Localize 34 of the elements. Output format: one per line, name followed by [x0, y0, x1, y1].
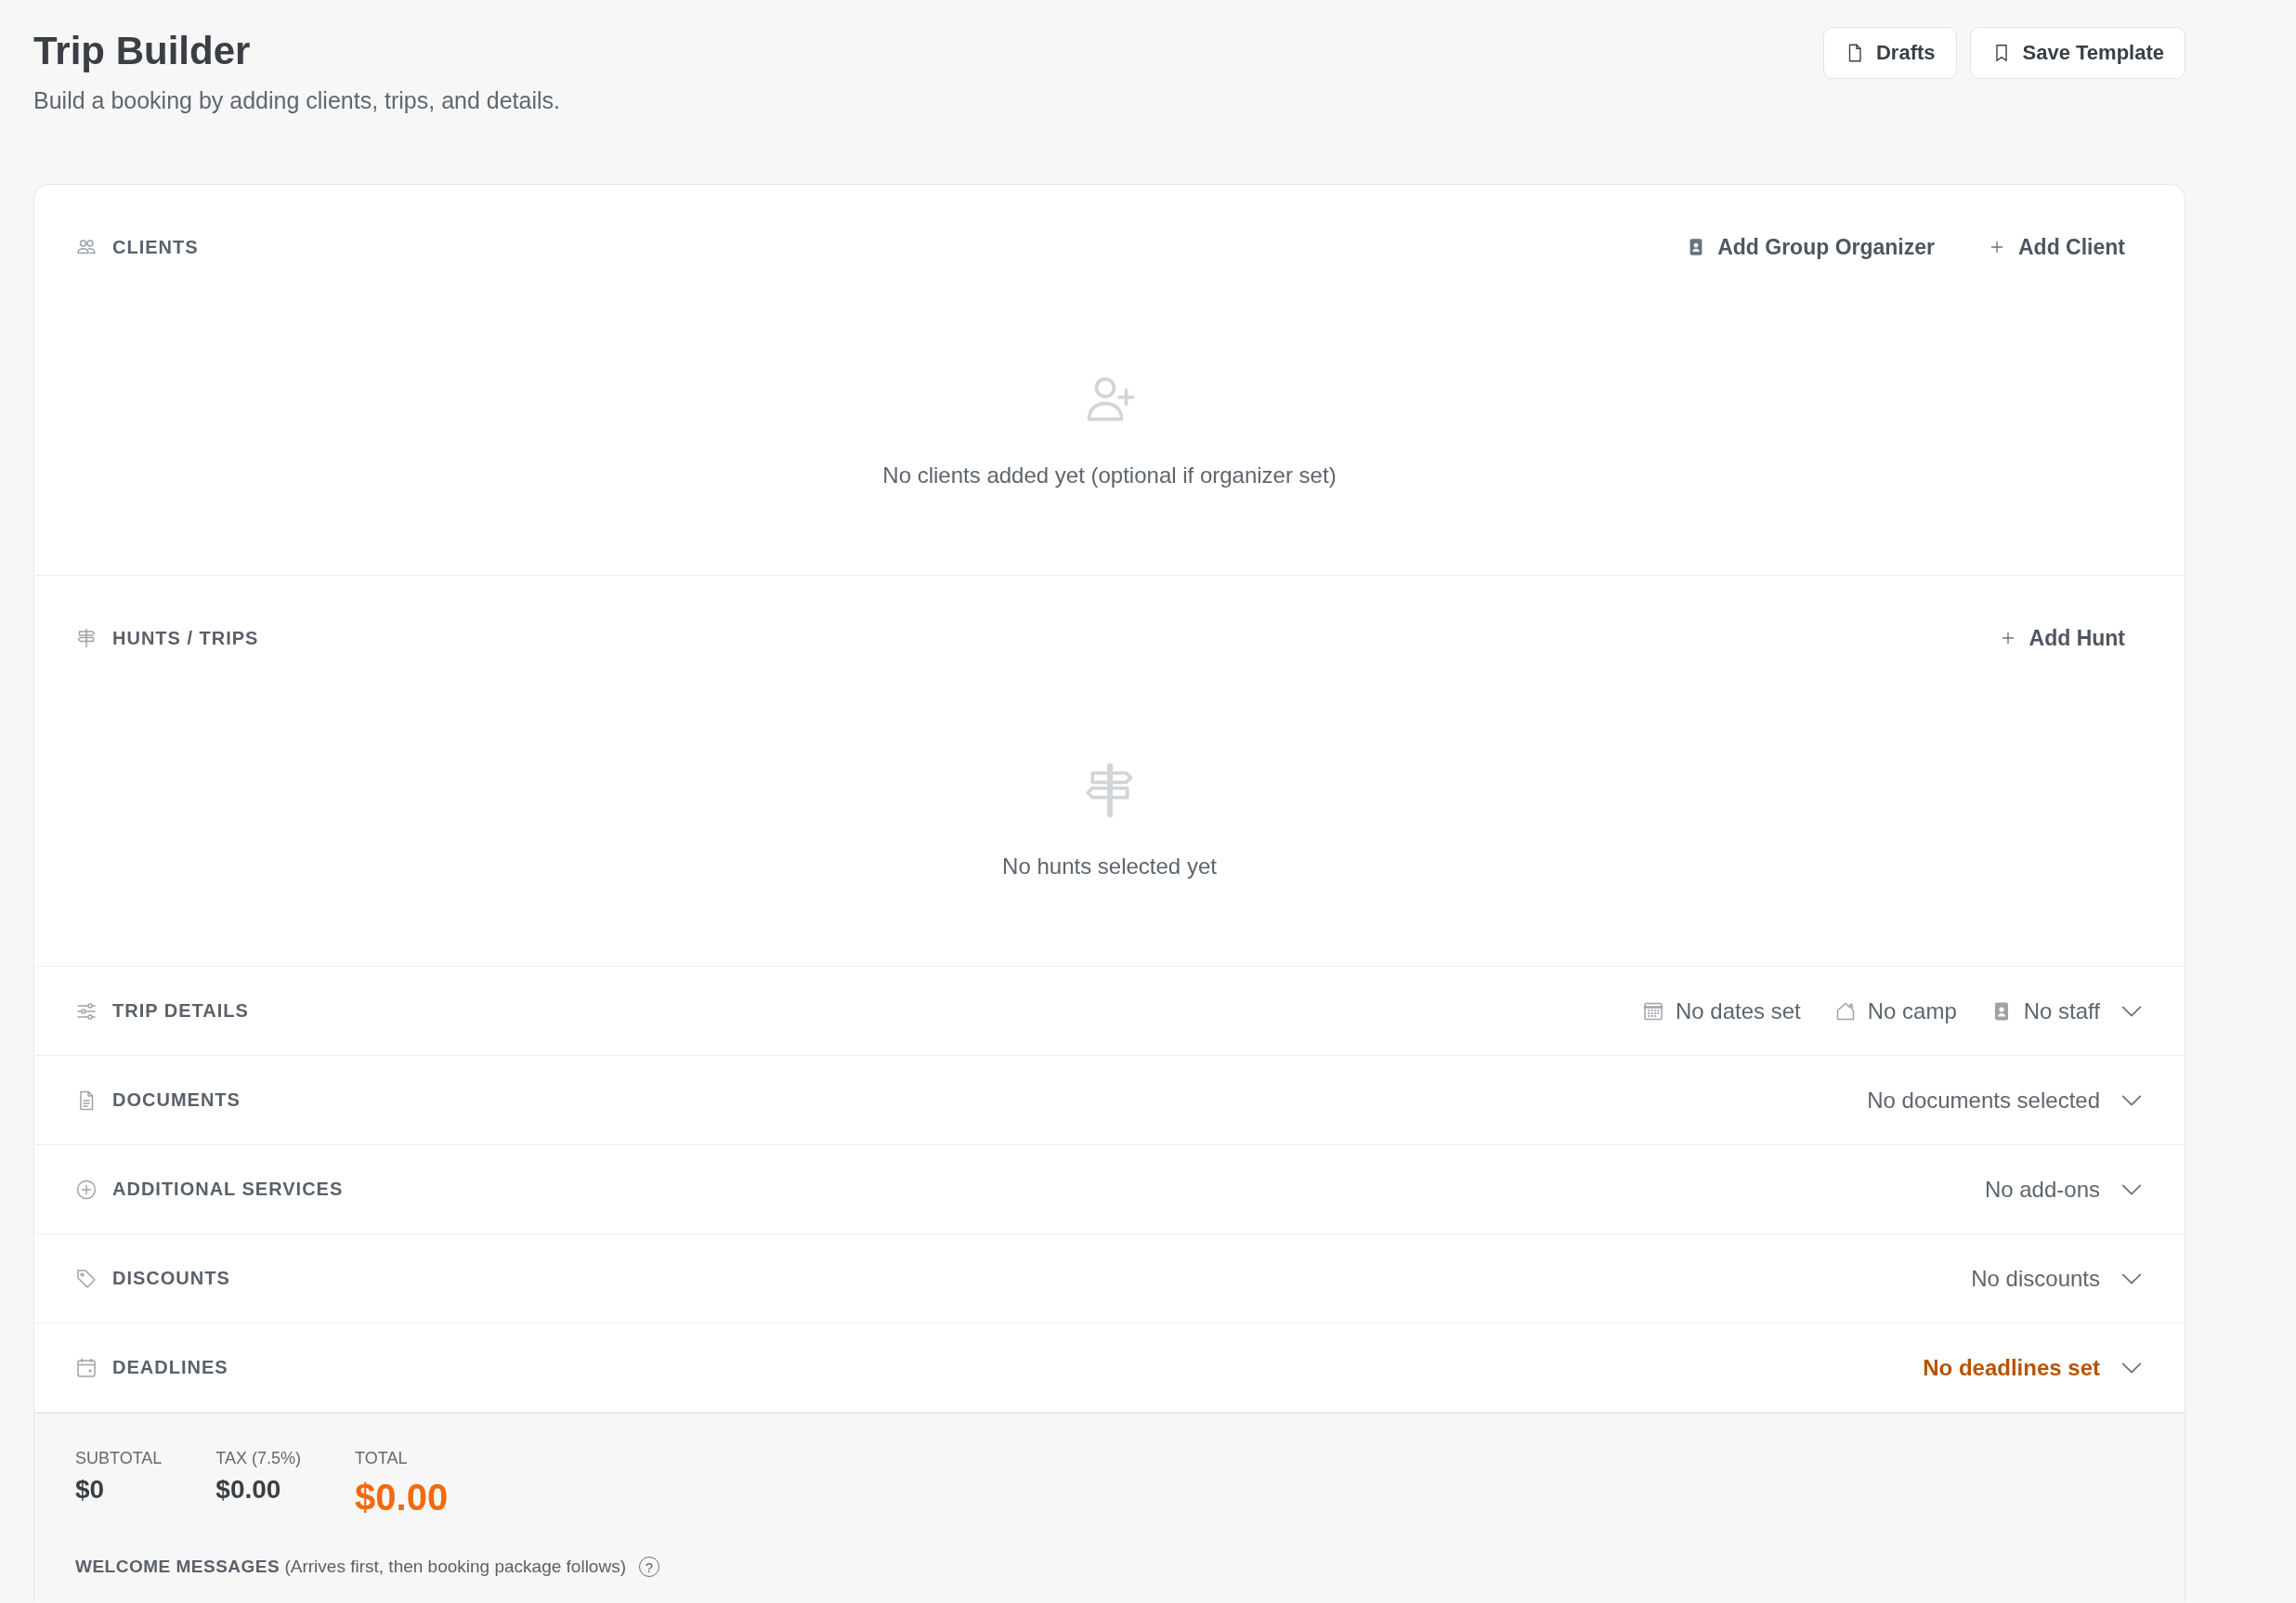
section-title: TRIP DETAILS — [112, 1000, 249, 1022]
total-label: SUBTOTAL — [75, 1448, 163, 1469]
tag-icon — [75, 1267, 98, 1290]
page-title: Trip Builder — [33, 28, 252, 74]
amount-value: $0.00 — [215, 1474, 282, 1505]
drafts-button[interactable]: Drafts — [1822, 27, 1957, 79]
section-title: CLIENTS — [112, 236, 199, 258]
section-summary: No documents selected — [1867, 1087, 2100, 1114]
plus-circle-icon — [75, 1178, 98, 1201]
add-button[interactable]: Add Group Organizer — [1686, 234, 1935, 260]
amount-value: $0.00 — [355, 1476, 449, 1519]
section-summary: No deadlines set — [1923, 1354, 2100, 1381]
total-label: TOTAL — [355, 1448, 409, 1469]
add-button[interactable]: Add Hunt — [1997, 625, 2125, 651]
total-label: TAX (7.5%) — [215, 1448, 302, 1469]
section-summary: No discounts — [1971, 1265, 2100, 1292]
section-summary: No dates set — [1675, 997, 1801, 1024]
amount-value: $0 — [75, 1474, 106, 1505]
calendar-icon — [75, 1356, 98, 1379]
section-title: ADDITIONAL SERVICES — [112, 1179, 344, 1200]
save-template-button[interactable]: Save Template — [1969, 27, 2185, 79]
signpost-icon — [75, 627, 98, 649]
section-title: DEADLINES — [112, 1357, 228, 1378]
empty-message: No hunts selected yet — [1002, 853, 1217, 880]
page-subtitle: Build a booking by adding clients, trips, and details. — [33, 86, 561, 115]
add-button[interactable]: Add Client — [1987, 234, 2125, 260]
section-title: DISCOUNTS — [112, 1268, 230, 1289]
section-title: HUNTS / TRIPS — [112, 627, 259, 649]
section-summary: No camp — [1867, 997, 1957, 1024]
welcome-messages-heading: WELCOME MESSAGES (Arrives first, then booking package follows) — [75, 1557, 626, 1577]
section-summary: No add-ons — [1984, 1176, 2100, 1203]
empty-message: No clients added yet (optional if organizer set) — [882, 462, 1337, 489]
section-title: DOCUMENTS — [112, 1089, 241, 1111]
section-summary: No staff — [2023, 997, 2100, 1024]
